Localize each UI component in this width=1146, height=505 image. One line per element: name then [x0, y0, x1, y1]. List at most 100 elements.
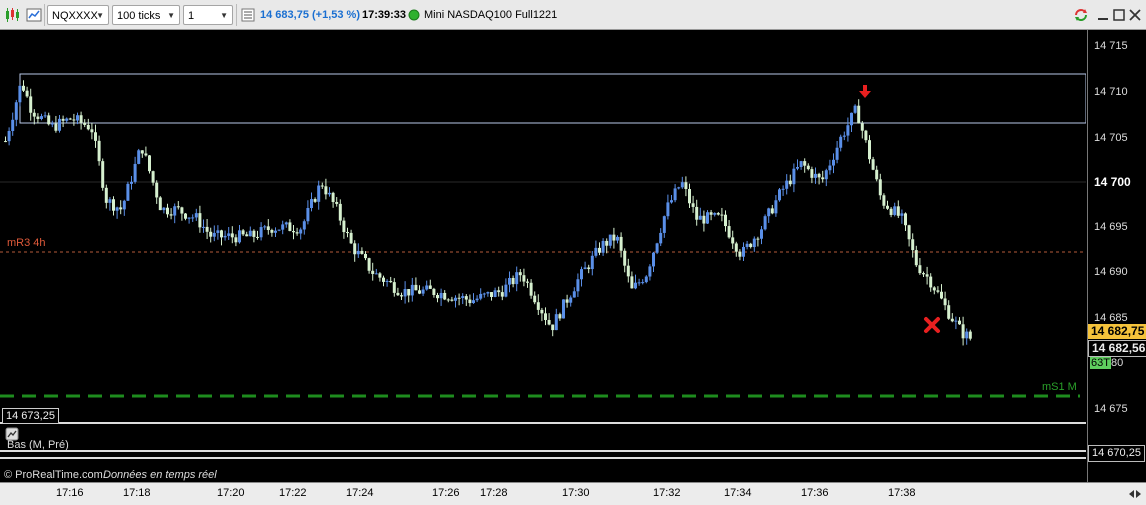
- maximize-icon[interactable]: [1111, 7, 1127, 23]
- candle-body: [396, 292, 400, 296]
- candle-body: [338, 203, 342, 221]
- candle-body: [176, 206, 180, 208]
- candle-body: [79, 115, 83, 123]
- candle-body: [288, 222, 292, 232]
- candle-body: [54, 123, 58, 131]
- candle-body: [644, 276, 648, 283]
- candle-body: [706, 212, 709, 224]
- candle-body: [284, 222, 288, 225]
- candle-body: [608, 234, 612, 246]
- candle-body: [385, 280, 389, 282]
- candle-body: [457, 297, 461, 299]
- candle-body: [846, 125, 850, 136]
- quote-list-icon[interactable]: [240, 7, 256, 23]
- candle-body: [302, 221, 306, 230]
- copyright-text: © ProRealTime.com: [4, 469, 103, 481]
- candle-body: [824, 170, 828, 180]
- time-tick: 17:28: [480, 487, 508, 499]
- candle-body: [652, 252, 655, 267]
- close-icon[interactable]: [1127, 7, 1143, 23]
- instrument-name: Mini NASDAQ100 Full1221: [424, 9, 558, 21]
- candle-body: [410, 284, 414, 296]
- price-tick: 14 705: [1094, 132, 1128, 144]
- candle-body: [245, 234, 249, 237]
- candle-body: [360, 250, 364, 254]
- candle-body: [850, 112, 853, 126]
- candle-body: [166, 207, 169, 215]
- candle-body: [583, 267, 587, 270]
- candle-body: [259, 227, 263, 238]
- candle-body: [115, 207, 119, 211]
- candle-body: [61, 118, 65, 121]
- candle-body: [86, 124, 90, 130]
- candle-body: [461, 296, 465, 298]
- chart-settings-icon[interactable]: [26, 7, 42, 23]
- candle-body: [630, 276, 634, 289]
- candle-body: [173, 206, 177, 216]
- candle-body: [540, 309, 544, 314]
- candle-body: [767, 208, 771, 217]
- candle-body: [158, 197, 162, 211]
- sync-icon[interactable]: [1073, 7, 1089, 23]
- candle-body: [673, 188, 677, 201]
- scroll-arrows-icon[interactable]: [1128, 488, 1142, 500]
- candle-body: [749, 243, 753, 248]
- candle-body: [587, 267, 591, 270]
- candle-body: [929, 276, 933, 288]
- time-axis[interactable]: 17:16 17:18 17:20 17:22 17:24 17:26 17:2…: [0, 482, 1146, 505]
- chevron-down-icon: ▼: [96, 11, 104, 20]
- candle-body: [238, 230, 241, 243]
- candle-body: [490, 292, 493, 297]
- exit-signal-cross-icon: [924, 317, 940, 333]
- candle-body: [803, 161, 807, 166]
- candle-body: [576, 279, 580, 292]
- mr3-level-label: mR3 4h: [7, 237, 46, 249]
- candle-body: [47, 115, 51, 125]
- candle-body: [256, 236, 259, 238]
- minimize-icon[interactable]: [1095, 7, 1111, 23]
- candle-body: [500, 292, 504, 297]
- candle-body: [184, 213, 187, 219]
- candle-body: [616, 236, 619, 241]
- candlestick-icon[interactable]: [4, 7, 20, 23]
- candle-body: [241, 230, 245, 235]
- candle-body: [364, 253, 367, 259]
- candle-body: [234, 237, 238, 243]
- candle-body: [468, 299, 472, 304]
- candle-body: [14, 102, 18, 120]
- candle-body: [940, 291, 943, 299]
- candle-body: [626, 265, 630, 277]
- candle-body: [418, 290, 421, 294]
- candle-body: [914, 250, 918, 266]
- candle-body: [886, 205, 889, 209]
- candle-body: [637, 282, 641, 284]
- candle-body: [371, 270, 375, 274]
- candle-body: [169, 214, 173, 216]
- ticks-remaining: 63T80: [1090, 356, 1123, 370]
- candle-body: [378, 273, 382, 278]
- candle-body: [904, 213, 907, 226]
- candle-body: [961, 324, 965, 339]
- symbol-selector[interactable]: NQXXXX ▼: [47, 5, 109, 25]
- candle-body: [817, 173, 821, 178]
- candle-body: [389, 280, 393, 283]
- candle-body: [432, 288, 436, 295]
- candle-body: [828, 165, 832, 171]
- reference-price-tag: 14 682,56: [1088, 340, 1146, 357]
- candle-body: [788, 180, 792, 185]
- price-tick: 14 700: [1094, 175, 1131, 189]
- candle-body: [889, 208, 893, 215]
- interval-selector[interactable]: 100 ticks ▼: [112, 5, 180, 25]
- candlestick-series: [4, 80, 972, 346]
- candle-body: [223, 235, 227, 238]
- candle-body: [760, 229, 763, 239]
- candle-body: [864, 130, 868, 141]
- price-chart[interactable]: [0, 30, 1086, 482]
- candle-body: [958, 320, 961, 325]
- candle-body: [43, 115, 47, 117]
- period-selector[interactable]: 1 mois ▼: [183, 5, 233, 42]
- candle-body: [738, 251, 742, 257]
- candle-body: [641, 282, 645, 284]
- candle-body: [882, 195, 886, 206]
- candle-body: [922, 273, 925, 275]
